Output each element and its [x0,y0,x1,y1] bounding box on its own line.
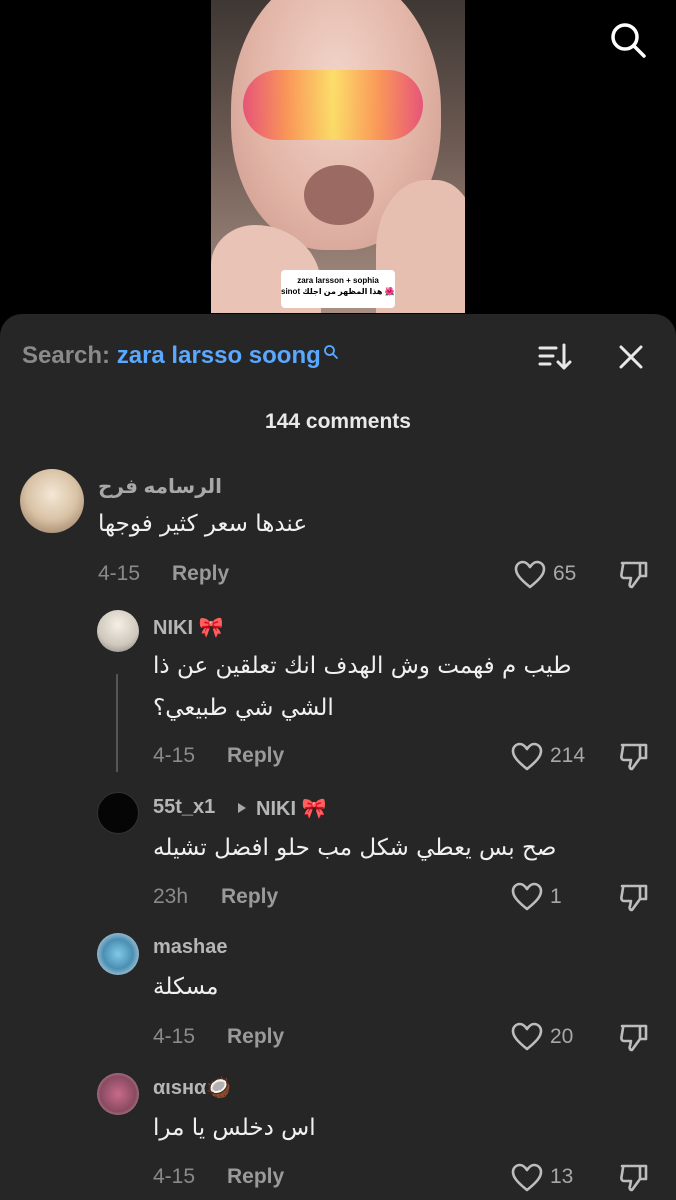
play-triangle-icon [238,803,246,813]
search-icon[interactable] [608,20,648,60]
avatar[interactable] [20,469,84,533]
comment-date: 4-15 [153,744,196,767]
like-count: 13 [550,1165,574,1188]
comment-username[interactable]: الرسامه فرح [98,474,222,499]
avatar[interactable] [97,610,139,652]
comments-header: Search: zara larsso soong [0,314,676,400]
dislike-icon[interactable] [618,1161,650,1193]
heart-icon[interactable] [511,882,543,912]
video-caption-sticker: zara larsson + sophia sinot هذا المظهر م… [281,270,395,308]
search-icon [323,345,338,359]
like-count: 214 [550,744,586,767]
heart-icon[interactable] [511,1163,543,1193]
close-icon[interactable] [616,342,646,372]
video-lips-shape [304,165,374,225]
dislike-icon[interactable] [618,881,650,913]
dislike-icon[interactable] [618,1021,650,1053]
thread-line [116,674,118,772]
avatar[interactable] [97,1073,139,1115]
comments-sheet: Search: zara larsso soong 144 comments ا… [0,314,676,1200]
reply-button[interactable]: Reply [227,1025,284,1049]
reply-button[interactable]: Reply [227,1165,284,1189]
like-count: 20 [550,1025,574,1048]
reply-button[interactable]: Reply [221,885,278,909]
comment-username[interactable]: NIKI 🎀 [153,615,223,640]
comment-username[interactable]: αιsнα🥥 [153,1075,231,1100]
avatar[interactable] [97,792,139,834]
comment-text: عندها سعر كثير فوجها [98,511,308,537]
like-count: 1 [550,885,562,908]
comment-count: 144 comments [265,410,411,433]
comment-date: 23h [153,885,189,908]
video-preview[interactable]: zara larsson + sophia sinot هذا المظهر م… [211,0,465,313]
heart-icon[interactable] [511,1022,543,1052]
reply-button[interactable]: Reply [227,744,284,768]
search-prefix: Search: [22,342,117,369]
heart-icon[interactable] [514,560,546,590]
search-suggestion[interactable]: Search: zara larsso soong [22,342,339,370]
comment-text: طيب م فهمت وش الهدف انك تعلقين عن ذا الش… [153,653,572,721]
comment-text: اس دخلس يا مرا [153,1115,316,1141]
comment-date: 4-15 [98,562,141,585]
dislike-icon[interactable] [618,740,650,772]
video-eye-makeup-shape [243,70,423,140]
reply-to-username[interactable]: NIKI 🎀 [256,796,326,821]
comment-text: صح بس يعطي شكل مب حلو افضل تشيله [153,835,557,861]
comment-username[interactable]: mashae [153,936,228,959]
comment-date: 4-15 [153,1165,196,1188]
video-caption-line2: sinot هذا المظهر من اجلك 🌺🌴🌴 [281,287,395,296]
comment-username[interactable]: 55t_x1 [153,796,215,819]
search-term[interactable]: zara larsso soong [117,342,321,369]
avatar[interactable] [97,933,139,975]
comment-date: 4-15 [153,1025,196,1048]
reply-button[interactable]: Reply [172,562,229,586]
dislike-icon[interactable] [618,558,650,590]
tiktok-comments-screen: zara larsson + sophia sinot هذا المظهر م… [0,0,676,1200]
video-caption-line1: zara larsson + sophia [297,276,379,285]
sort-icon[interactable] [538,342,572,372]
comment-text: مسكلة [153,974,219,1000]
like-count: 65 [553,562,577,585]
heart-icon[interactable] [511,742,543,772]
